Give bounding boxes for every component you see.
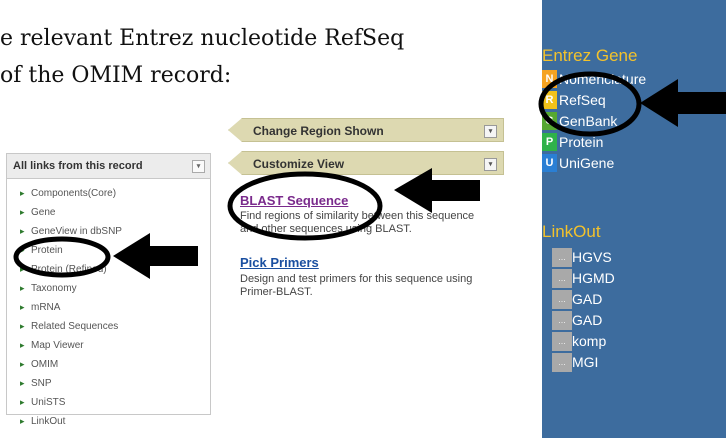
customize-view-bar[interactable]: Customize View ▾: [228, 151, 504, 175]
linkout-item-mgi[interactable]: ... MGI: [552, 353, 598, 372]
entrez-item-nomenclature[interactable]: N Nomenclature: [542, 70, 646, 88]
bullet-icon: ▸: [20, 321, 25, 331]
linkout-box-icon: ...: [552, 290, 572, 309]
links-panel-header[interactable]: All links from this record ▾: [7, 154, 210, 179]
intro-text: e relevant Entrez nucleotide RefSeq of t…: [0, 20, 404, 94]
linkout-item-hgmd[interactable]: ... HGMD: [552, 269, 615, 288]
link-item-taxonomy[interactable]: ▸ Taxonomy: [20, 279, 210, 298]
g-icon: G: [542, 112, 557, 130]
link-item-gene[interactable]: ▸ Gene: [20, 203, 210, 222]
link-item-mrna[interactable]: ▸ mRNA: [20, 298, 210, 317]
p-icon: P: [542, 133, 557, 151]
entrez-item-refseq[interactable]: R RefSeq: [542, 91, 606, 109]
linkout-title: LinkOut: [542, 222, 601, 241]
all-links-panel: All links from this record ▾ ▸ Components…: [6, 153, 211, 427]
link-item-omim[interactable]: ▸ OMIM: [20, 355, 210, 374]
bullet-icon: ▸: [20, 359, 25, 369]
bullet-icon: ▸: [20, 245, 25, 255]
linkout-box-icon: ...: [552, 311, 572, 330]
customize-view-label: Customize View: [253, 157, 345, 171]
entrez-item-unigene[interactable]: U UniGene: [542, 154, 614, 172]
intro-line-2: of the OMIM record:: [0, 63, 232, 88]
links-list: ▸ Components(Core) ▸ Gene ▸ GeneView in dbS…: [7, 179, 210, 431]
linkout-box-icon: ...: [552, 332, 572, 351]
expand-icon[interactable]: ▾: [484, 158, 497, 171]
collapse-icon[interactable]: ▾: [192, 160, 205, 173]
bullet-icon: ▸: [20, 340, 25, 350]
change-region-bar[interactable]: Change Region Shown ▾: [228, 118, 504, 142]
bullet-icon: ▸: [20, 378, 25, 388]
link-item-related-sequences[interactable]: ▸ Related Sequences: [20, 317, 210, 336]
n-icon: N: [542, 70, 557, 88]
bullet-icon: ▸: [20, 302, 25, 312]
expand-icon[interactable]: ▾: [484, 125, 497, 138]
linkout-box-icon: ...: [552, 269, 572, 288]
blast-description: Find regions of similarity between this …: [240, 210, 475, 235]
bullet-icon: ▸: [20, 207, 25, 217]
link-item-unists[interactable]: ▸ UniSTS: [20, 393, 210, 412]
change-region-label: Change Region Shown: [253, 124, 384, 138]
u-icon: U: [542, 154, 557, 172]
entrez-gene-title: Entrez Gene: [542, 46, 638, 65]
link-item-map-viewer[interactable]: ▸ Map Viewer: [20, 336, 210, 355]
pick-primers-link[interactable]: Pick Primers: [240, 255, 319, 270]
entrez-item-genbank[interactable]: G GenBank: [542, 112, 617, 130]
link-item-protein-refined[interactable]: ▸ Protein (Refined): [20, 260, 210, 279]
linkout-box-icon: ...: [552, 248, 572, 267]
linkout-box-icon: ...: [552, 353, 572, 372]
bullet-icon: ▸: [20, 188, 25, 198]
intro-line-1: e relevant Entrez nucleotide RefSeq: [0, 26, 405, 51]
link-item-components[interactable]: ▸ Components(Core): [20, 184, 210, 203]
linkout-item-komp[interactable]: ... komp: [552, 332, 606, 351]
link-item-linkout[interactable]: ▸ LinkOut: [20, 412, 210, 431]
entrez-sidebar: Entrez Gene N Nomenclature R RefSeq G GenBa…: [542, 0, 726, 438]
bullet-icon: ▸: [20, 397, 25, 407]
links-panel-title: All links from this record: [13, 160, 143, 172]
linkout-item-hgvs[interactable]: ... HGVS: [552, 248, 612, 267]
bullet-icon: ▸: [20, 283, 25, 293]
linkout-item-gad-2[interactable]: ... GAD: [552, 311, 602, 330]
blast-sequence-link[interactable]: BLAST Sequence: [240, 193, 348, 208]
bullet-icon: ▸: [20, 264, 25, 274]
primers-description: Design and test primers for this sequenc…: [240, 273, 473, 298]
bullet-icon: ▸: [20, 416, 25, 426]
bullet-icon: ▸: [20, 226, 25, 236]
link-item-protein[interactable]: ▸ Protein: [20, 241, 210, 260]
r-icon: R: [542, 91, 557, 109]
link-item-geneview[interactable]: ▸ GeneView in dbSNP: [20, 222, 210, 241]
linkout-item-gad[interactable]: ... GAD: [552, 290, 602, 309]
entrez-item-protein[interactable]: P Protein: [542, 133, 603, 151]
link-item-snp[interactable]: ▸ SNP: [20, 374, 210, 393]
